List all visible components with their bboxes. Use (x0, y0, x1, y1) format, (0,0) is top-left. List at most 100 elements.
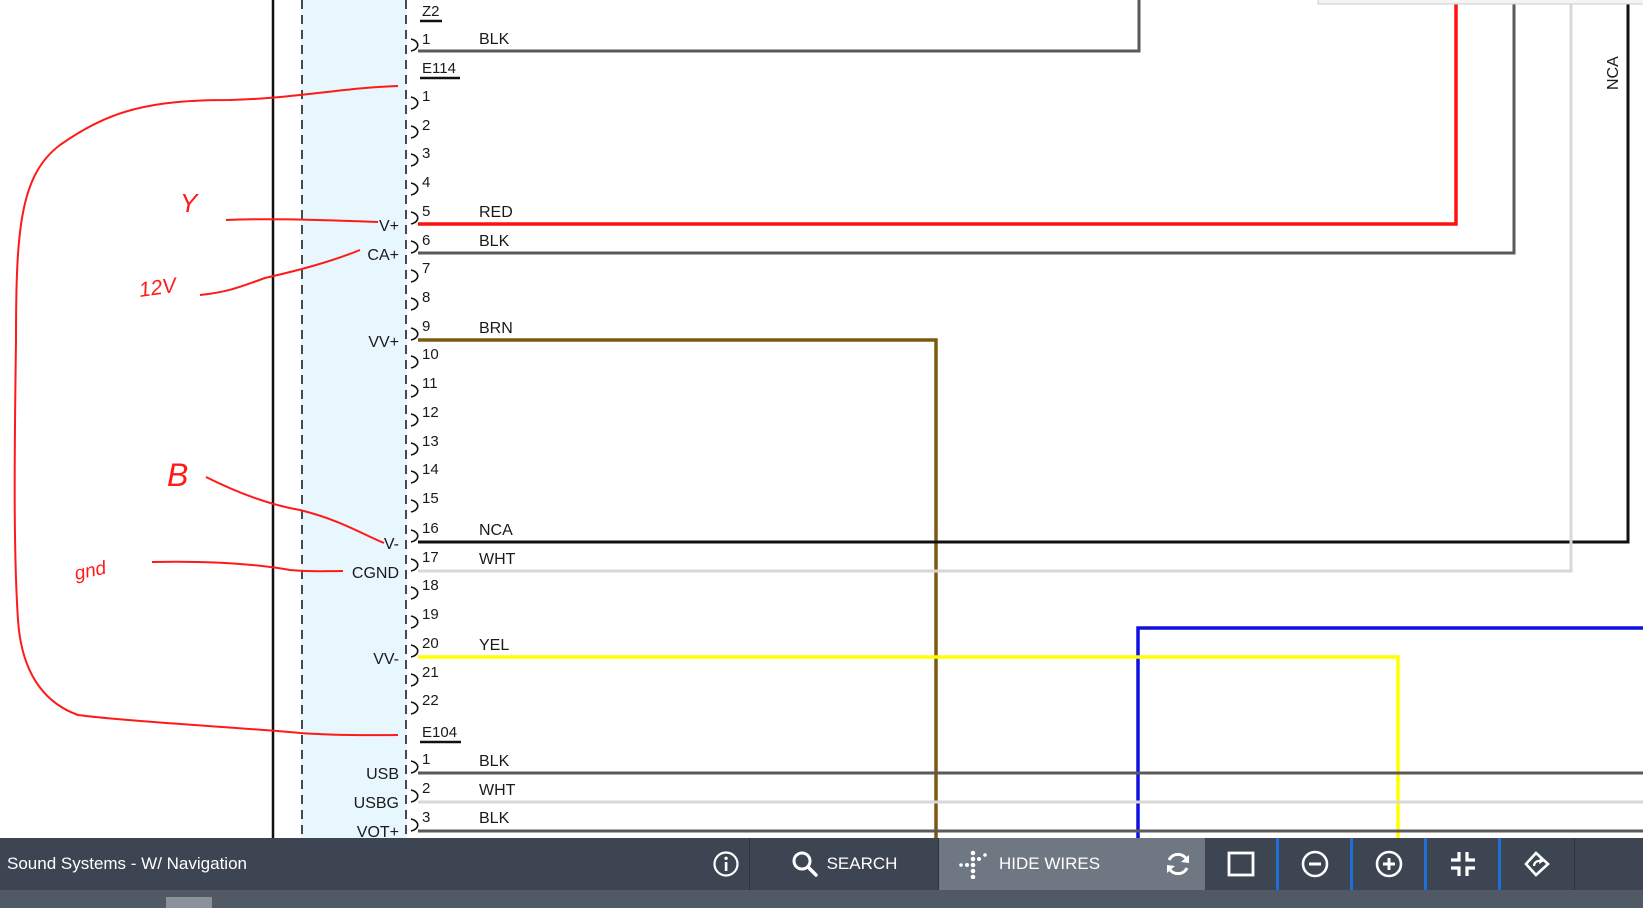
info-button[interactable] (702, 838, 750, 890)
pin-mark (410, 615, 419, 629)
side-label-nca: NCA (1605, 56, 1622, 90)
pin-number-e114-10: 10 (422, 346, 439, 363)
pin-number-e114-20: 20 (422, 635, 439, 652)
pin-number-e114-19: 19 (422, 606, 439, 623)
pin-function-e114-5: V+ (379, 218, 399, 235)
pin-mark (410, 644, 419, 658)
wire-color-label-e104-2: WHT (479, 782, 516, 799)
pin-mark (410, 673, 419, 687)
pin-mark (410, 96, 419, 110)
rotate-button[interactable] (1501, 838, 1575, 890)
pin-number-e114-17: 17 (422, 549, 439, 566)
pin-number-e114-8: 8 (422, 289, 430, 306)
wire-z2-1-blk[interactable] (418, 0, 1141, 53)
wire-color-label-e114-5: RED (479, 204, 513, 221)
pin-function-e104-3: VOT+ (357, 824, 399, 838)
pin-mark (410, 529, 419, 543)
pin-number-e114-5: 5 (422, 203, 430, 220)
pin-number-e114-11: 11 (422, 375, 438, 392)
wire-e114-17-wht[interactable] (418, 0, 1573, 573)
annotation-gnd: gnd (73, 557, 110, 584)
hide-wires-label: HIDE WIRES (999, 854, 1101, 873)
info-icon (712, 851, 739, 877)
connector-panel (301, 0, 407, 838)
pin-number-e114-4: 4 (422, 174, 430, 191)
zoom-out-button[interactable] (1279, 838, 1353, 890)
pin-mark (410, 182, 419, 196)
pin-function-e114-20: VV- (373, 651, 399, 668)
wiring-diagram[interactable]: Z2 E114 E104 1 BLK 1 2 3 4 5 6 7 8 9 10 … (0, 0, 1643, 838)
pin-mark (410, 384, 419, 398)
scrollbar-thumb[interactable] (166, 897, 212, 908)
wire-blue[interactable] (1136, 626, 1643, 838)
horizontal-scrollbar[interactable] (0, 890, 1643, 908)
annotation-12v: 12V (137, 274, 179, 302)
pin-number-e114-18: 18 (422, 577, 439, 594)
pin-number-e114-6: 6 (422, 232, 430, 249)
pin-number-e114-16: 16 (422, 520, 439, 537)
hide-wires-button[interactable]: HIDE WIRES (939, 838, 1205, 890)
pin-mark (410, 499, 419, 513)
wire-e114-5-red[interactable] (418, 0, 1458, 226)
pin-mark (410, 701, 419, 715)
pin-number-e104-3: 3 (422, 809, 430, 826)
search-label: SEARCH (826, 854, 898, 873)
pin-number-e114-21: 21 (422, 664, 439, 681)
pin-function-e114-16: V- (384, 536, 399, 553)
pin-mark (410, 818, 419, 832)
annotation-b: B (167, 457, 188, 493)
pin-number-e114-22: 22 (422, 692, 439, 709)
wire-e114-20-yel[interactable] (418, 655, 1400, 838)
pin-function-e114-6: CA+ (367, 247, 399, 264)
zoom-in-button[interactable] (1353, 838, 1427, 890)
pin-number-e114-7: 7 (422, 260, 430, 277)
pin-mark (410, 470, 419, 484)
connector-label-z2: Z2 (422, 3, 440, 20)
zoom-in-icon (1375, 850, 1402, 878)
pin-function-e104-1: USB (366, 766, 399, 783)
wire-e114-6-blk[interactable] (418, 0, 1516, 255)
pin-mark (410, 38, 419, 52)
toolbar: Sound Systems - W/ Navigation SEARCH HID… (0, 838, 1643, 890)
search-icon (792, 851, 818, 877)
pin-mark (410, 153, 419, 167)
pin-mark (410, 269, 419, 283)
collapse-button[interactable] (1427, 838, 1501, 890)
wire-e114-16-nca[interactable] (418, 0, 1630, 544)
pin-mark (410, 413, 419, 427)
pin-function-e104-2: USBG (354, 795, 399, 812)
fit-view-button[interactable] (1205, 838, 1279, 890)
pin-number-e114-12: 12 (422, 404, 439, 421)
pin-mark (410, 789, 419, 803)
wire-color-label-e104-1: BLK (479, 753, 510, 770)
rotate-icon (1523, 851, 1550, 877)
pin-number-e114-14: 14 (422, 461, 439, 478)
pin-number-e114-13: 13 (422, 433, 439, 450)
pin-number-e114-9: 9 (422, 318, 430, 335)
connector-label-e114: E114 (422, 60, 456, 77)
pin-mark (410, 760, 419, 774)
pin-number-e114-15: 15 (422, 490, 439, 507)
pin-number-z2-1: 1 (422, 31, 430, 48)
pin-mark (410, 442, 419, 456)
zoom-out-icon (1301, 850, 1328, 878)
connector-label-e104: E104 (422, 724, 457, 741)
pin-number-e114-1: 1 (422, 88, 430, 105)
pin-mark (410, 355, 419, 369)
search-button[interactable]: SEARCH (750, 838, 939, 890)
pin-mark (410, 327, 419, 341)
pin-mark (410, 558, 419, 572)
annotation-y: Y (180, 188, 199, 218)
pin-mark (410, 297, 419, 311)
pin-mark (410, 125, 419, 139)
refresh-button[interactable] (1163, 849, 1193, 879)
collapse-icon (1450, 852, 1475, 876)
wire-color-label-e114-16: NCA (479, 522, 513, 539)
diagram-title: Sound Systems - W/ Navigation (7, 854, 247, 873)
wire-color-label-z2-1: BLK (479, 31, 510, 48)
pin-function-e114-17: CGND (352, 565, 399, 582)
wire-color-label-e114-20: YEL (479, 637, 509, 654)
pin-mark (410, 240, 419, 254)
wire-color-label-e114-9: BRN (479, 320, 513, 337)
wire-color-label-e114-17: WHT (479, 551, 516, 568)
